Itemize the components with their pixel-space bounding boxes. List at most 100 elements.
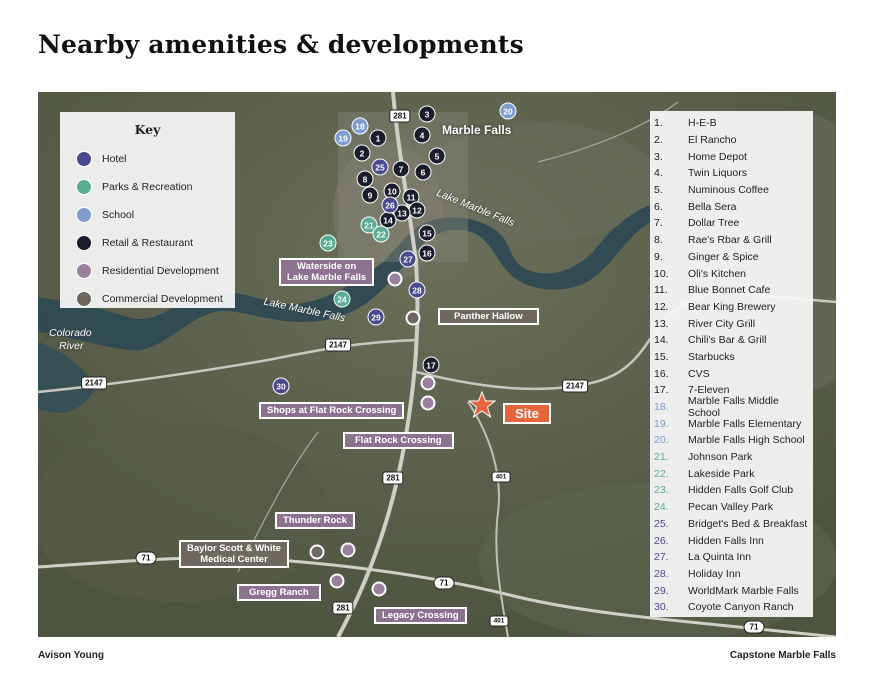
amenity-row[interactable]: 20. Marble Falls High School — [650, 432, 813, 449]
site-label[interactable]: Site — [503, 403, 551, 424]
marker-12[interactable]: 12 — [408, 201, 426, 219]
label-thunder[interactable]: Thunder Rock — [275, 512, 355, 529]
amenity-row[interactable]: 10. Oli's Kitchen — [650, 265, 813, 282]
amenity-row[interactable]: 18. Marble Falls Middle School — [650, 395, 813, 419]
label-panther[interactable]: Panther Hallow — [438, 308, 539, 325]
amenity-number: 29. — [654, 584, 669, 597]
label-waterside-line2: Lake Marble Falls — [287, 272, 367, 283]
amenity-row[interactable]: 25. Bridget's Bed & Breakfast — [650, 516, 813, 533]
marker-5[interactable]: 5 — [428, 147, 446, 165]
amenity-row[interactable]: 21. Johnson Park — [650, 449, 813, 466]
dev-marker-gregg[interactable] — [329, 573, 345, 589]
amenity-number: 16. — [654, 367, 669, 380]
amenity-row[interactable]: 15. Starbucks — [650, 349, 813, 366]
marker-29[interactable]: 29 — [367, 308, 385, 326]
amenity-row[interactable]: 13. River City Grill — [650, 315, 813, 332]
amenity-row[interactable]: 2. El Rancho — [650, 132, 813, 149]
amenity-row[interactable]: 7. Dollar Tree — [650, 215, 813, 232]
key-item-retail: Retail & Restaurant — [60, 229, 235, 257]
label-flat-rock[interactable]: Flat Rock Crossing — [343, 432, 454, 449]
amenity-row[interactable]: 22. Lakeside Park — [650, 465, 813, 482]
shield-281-north: 281 — [389, 109, 411, 123]
marker-15[interactable]: 15 — [418, 224, 436, 242]
amenity-number: 28. — [654, 567, 669, 580]
amenity-row[interactable]: 28. Holiday Inn — [650, 566, 813, 583]
marker-23[interactable]: 23 — [319, 234, 337, 252]
amenity-row[interactable]: 23. Hidden Falls Golf Club — [650, 482, 813, 499]
marker-26[interactable]: 26 — [381, 196, 399, 214]
amenity-number: 30. — [654, 601, 669, 614]
label-waterside-line1: Waterside on — [296, 261, 357, 272]
marker-6[interactable]: 6 — [414, 163, 432, 181]
dev-marker-baylor[interactable] — [309, 544, 325, 560]
amenity-number: 1. — [654, 117, 663, 130]
amenity-row[interactable]: 3. Home Depot — [650, 148, 813, 165]
marker-9[interactable]: 9 — [361, 186, 379, 204]
label-baylor[interactable]: Baylor Scott & White Medical Center — [179, 540, 289, 568]
amenity-number: 24. — [654, 501, 669, 514]
marker-19[interactable]: 19 — [334, 129, 352, 147]
dev-marker-thunder[interactable] — [340, 542, 356, 558]
site-star-icon[interactable] — [468, 391, 496, 419]
map[interactable]: Marble Falls Lake Marble Falls Lake Marb… — [38, 92, 836, 637]
label-waterside[interactable]: Waterside on Lake Marble Falls — [279, 258, 375, 286]
amenity-name: Starbucks — [688, 350, 735, 363]
marker-22[interactable]: 22 — [372, 225, 390, 243]
marker-4[interactable]: 4 — [413, 126, 431, 144]
marker-2[interactable]: 2 — [353, 144, 371, 162]
marker-28[interactable]: 28 — [408, 281, 426, 299]
amenity-row[interactable]: 29. WorldMark Marble Falls — [650, 582, 813, 599]
amenity-name: Johnson Park — [688, 451, 753, 464]
marker-1[interactable]: 1 — [369, 129, 387, 147]
amenity-number: 12. — [654, 300, 669, 313]
amenity-row[interactable]: 30. Coyote Canyon Ranch — [650, 599, 813, 616]
amenity-row[interactable]: 27. La Quinta Inn — [650, 549, 813, 566]
amenity-row[interactable]: 19. Marble Falls Elementary — [650, 415, 813, 432]
marker-20[interactable]: 20 — [499, 102, 517, 120]
amenity-number: 18. — [654, 401, 669, 414]
dev-marker-shops[interactable] — [420, 375, 436, 391]
marker-3[interactable]: 3 — [418, 105, 436, 123]
amenity-row[interactable]: 9. Ginger & Spice — [650, 249, 813, 266]
shield-281-south: 281 — [332, 601, 354, 615]
amenity-row[interactable]: 11. Blue Bonnet Cafe — [650, 282, 813, 299]
amenity-number: 13. — [654, 317, 669, 330]
amenity-row[interactable]: 6. Bella Sera — [650, 198, 813, 215]
amenity-number: 5. — [654, 184, 663, 197]
amenity-number: 23. — [654, 484, 669, 497]
marker-30[interactable]: 30 — [272, 377, 290, 395]
dev-marker-legacy[interactable] — [371, 581, 387, 597]
amenity-row[interactable]: 5. Numinous Coffee — [650, 182, 813, 199]
amenity-name: Bear King Brewery — [688, 300, 776, 313]
label-shops[interactable]: Shops at Flat Rock Crossing — [259, 402, 405, 419]
marker-16[interactable]: 16 — [418, 244, 436, 262]
amenity-number: 10. — [654, 267, 669, 280]
dev-marker-panther[interactable] — [405, 310, 421, 326]
label-legacy[interactable]: Legacy Crossing — [374, 607, 467, 624]
amenity-number: 17. — [654, 384, 669, 397]
marker-18[interactable]: 18 — [351, 117, 369, 135]
amenity-row[interactable]: 24. Pecan Valley Park — [650, 499, 813, 516]
amenity-name: Holiday Inn — [688, 567, 741, 580]
amenity-row[interactable]: 16. CVS — [650, 365, 813, 382]
marker-25[interactable]: 25 — [371, 158, 389, 176]
key-label: Commercial Development — [102, 293, 223, 305]
amenity-row[interactable]: 14. Chili's Bar & Grill — [650, 332, 813, 349]
amenity-row[interactable]: 8. Rae's Rbar & Grill — [650, 232, 813, 249]
amenity-row[interactable]: 1. H-E-B — [650, 115, 813, 132]
key-item-commercial: Commercial Development — [60, 285, 235, 313]
dev-marker-flat-rock[interactable] — [420, 395, 436, 411]
amenity-number: 19. — [654, 417, 669, 430]
amenity-row[interactable]: 12. Bear King Brewery — [650, 299, 813, 316]
marker-27[interactable]: 27 — [399, 250, 417, 268]
marker-17[interactable]: 17 — [422, 356, 440, 374]
amenity-row[interactable]: 26. Hidden Falls Inn — [650, 532, 813, 549]
dev-marker-waterside[interactable] — [387, 271, 403, 287]
amenity-row[interactable]: 4. Twin Liquors — [650, 165, 813, 182]
marker-24[interactable]: 24 — [333, 290, 351, 308]
marker-7[interactable]: 7 — [392, 160, 410, 178]
amenity-number: 8. — [654, 234, 663, 247]
river-label-line1: Colorado — [49, 327, 92, 339]
label-gregg[interactable]: Gregg Ranch — [237, 584, 321, 601]
marker-8[interactable]: 8 — [356, 170, 374, 188]
